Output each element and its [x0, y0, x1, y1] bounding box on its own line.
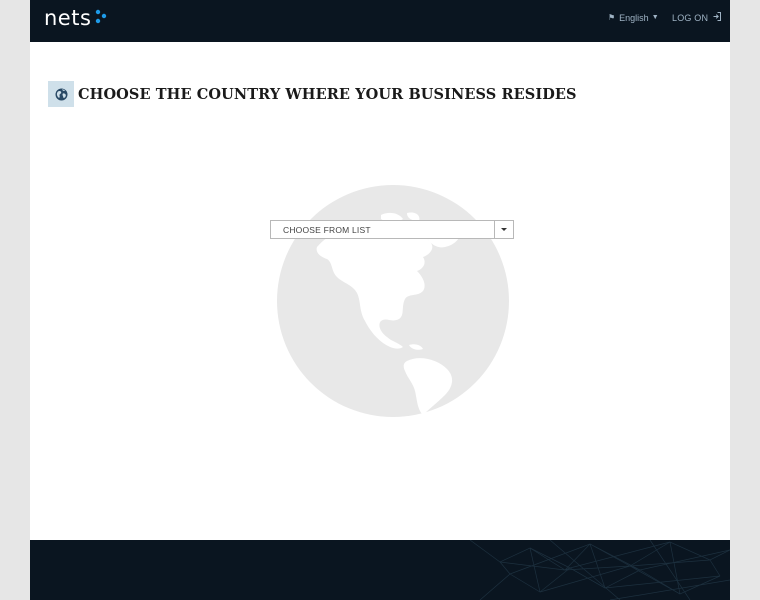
- language-label: English: [619, 13, 649, 23]
- chevron-down-icon: ▼: [651, 14, 659, 21]
- language-selector[interactable]: ⚑ English ▼: [608, 12, 659, 24]
- footer-network-pattern: [469, 540, 730, 600]
- flag-icon: ⚑: [608, 13, 616, 22]
- sign-in-icon: [713, 12, 722, 24]
- country-select[interactable]: CHOOSE FROM LIST: [270, 220, 514, 239]
- page-title: CHOOSE THE COUNTRY WHERE YOUR BUSINESS R…: [78, 85, 577, 103]
- caret-down-icon: [501, 228, 507, 231]
- top-header: nets ⚑ English ▼ LOG ON: [30, 0, 730, 42]
- logon-link[interactable]: LOG ON: [672, 12, 722, 24]
- logo-text: nets: [44, 6, 92, 30]
- footer: [30, 540, 730, 600]
- title-row: CHOOSE THE COUNTRY WHERE YOUR BUSINESS R…: [48, 76, 577, 112]
- country-select-toggle[interactable]: [494, 221, 513, 238]
- nets-logo[interactable]: nets: [44, 5, 107, 31]
- logo-dots-icon: [96, 9, 107, 24]
- page: nets ⚑ English ▼ LOG ON CHOOSE THE COUNT…: [30, 0, 730, 600]
- logon-label: LOG ON: [672, 13, 709, 23]
- country-select-value: CHOOSE FROM LIST: [283, 225, 371, 235]
- globe-badge: [48, 81, 74, 108]
- globe-icon: [55, 88, 67, 101]
